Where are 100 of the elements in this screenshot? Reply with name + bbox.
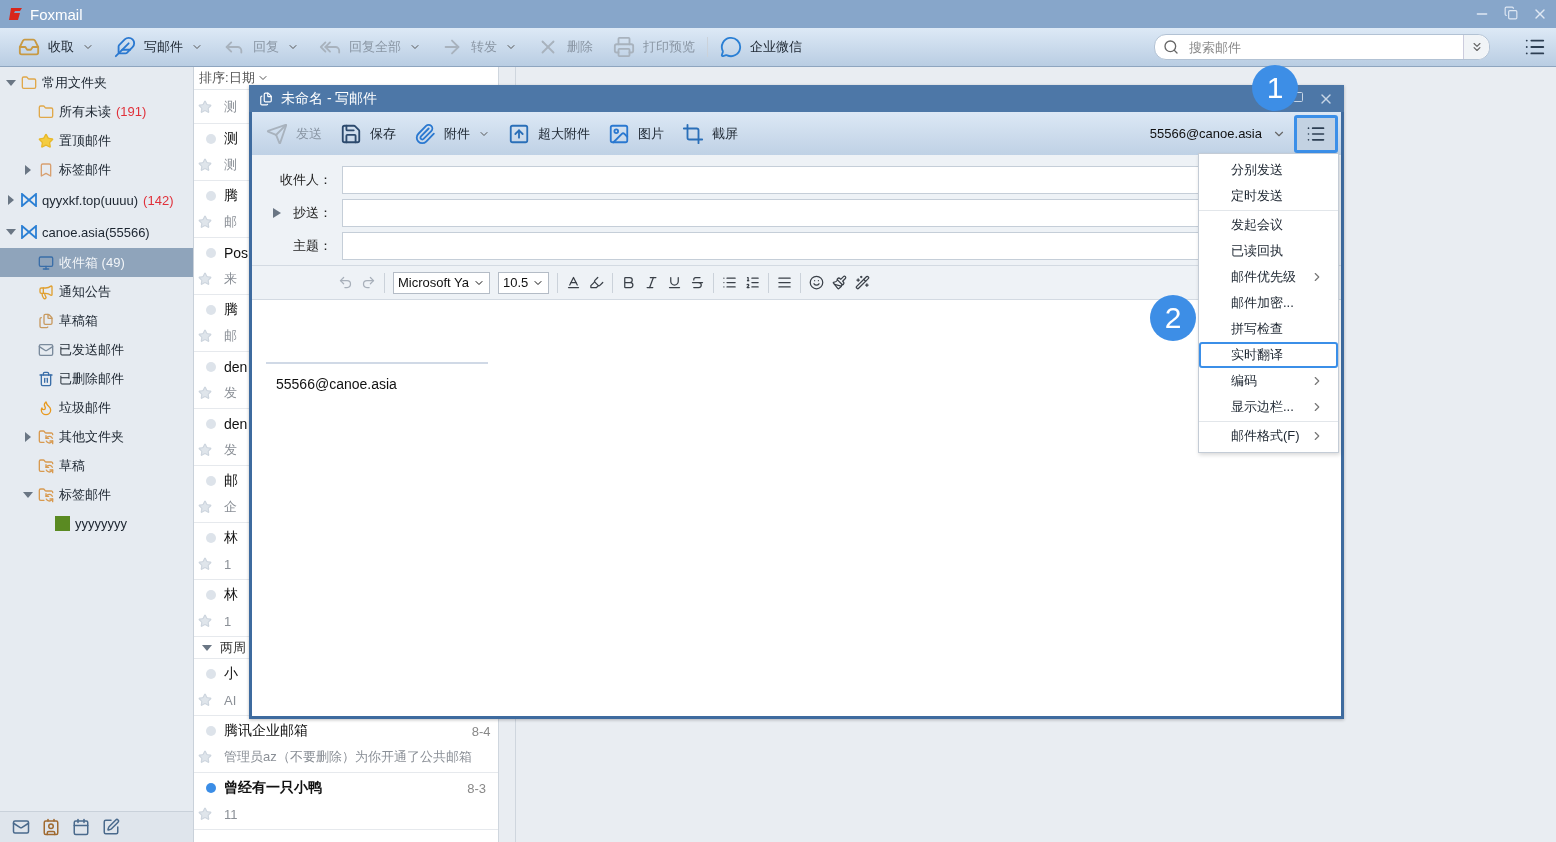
- menu-item[interactable]: 拼写检查: [1199, 316, 1338, 342]
- menu-item[interactable]: 发起会议: [1199, 212, 1338, 238]
- star-icon[interactable]: [198, 614, 212, 628]
- undo-icon[interactable]: [338, 275, 353, 290]
- attach-button[interactable]: 附件: [406, 118, 498, 149]
- star-icon[interactable]: [198, 807, 212, 821]
- folder-item[interactable]: yyyyyyyy: [0, 509, 193, 538]
- star-icon[interactable]: [198, 215, 212, 229]
- mail-icon[interactable]: [12, 818, 30, 836]
- bookmark-icon: [38, 161, 54, 178]
- folder-item[interactable]: qyyxkf.top(uuuu) (142): [0, 184, 193, 216]
- signature-text: 55566@canoe.asia: [275, 376, 397, 392]
- notes-icon[interactable]: [102, 818, 120, 836]
- folder-item[interactable]: 所有未读 (191): [0, 97, 193, 126]
- more-menu-button[interactable]: [1294, 114, 1338, 153]
- menu-item[interactable]: 编码: [1199, 368, 1338, 394]
- field-label: 主题：: [293, 237, 332, 255]
- message-sender: den: [224, 359, 248, 375]
- message-sender: 林: [224, 529, 238, 547]
- folder-label: qyyxkf.top(uuuu): [42, 192, 139, 208]
- search-field[interactable]: 搜索邮件: [1187, 38, 1455, 56]
- folder-item[interactable]: 草稿箱: [0, 306, 193, 335]
- star-icon[interactable]: [198, 500, 212, 514]
- star-icon[interactable]: [198, 557, 212, 571]
- folder-label: 已发送邮件: [59, 340, 124, 359]
- message-sender: 曾经有一只小鸭: [224, 779, 322, 797]
- folder-item[interactable]: 通知公告: [0, 277, 193, 306]
- brush-icon[interactable]: [832, 275, 848, 290]
- folder-item[interactable]: canoe.asia(55566): [0, 216, 193, 248]
- align-icon[interactable]: [777, 275, 793, 290]
- menu-item[interactable]: 邮件加密...: [1199, 290, 1338, 316]
- star-icon[interactable]: [198, 693, 212, 707]
- italic-icon[interactable]: [644, 275, 660, 290]
- menu-item[interactable]: 邮件优先级: [1199, 264, 1338, 290]
- star-icon[interactable]: [198, 272, 212, 286]
- big-attach-button[interactable]: 超大附件: [500, 118, 598, 149]
- emoji-icon[interactable]: [809, 275, 825, 290]
- message-preview: 邮: [224, 213, 237, 231]
- star-icon[interactable]: [198, 158, 212, 172]
- numbered-list-icon[interactable]: [745, 275, 761, 290]
- strikethrough-icon[interactable]: [690, 275, 706, 290]
- menu-item[interactable]: 定时发送: [1199, 183, 1338, 209]
- star-icon[interactable]: [198, 386, 212, 400]
- bullet-list-icon[interactable]: [722, 275, 738, 290]
- font-color-icon[interactable]: [566, 275, 582, 290]
- star-icon[interactable]: [198, 750, 212, 764]
- folder-label: 通知公告: [59, 282, 111, 301]
- folder-item[interactable]: 标签邮件: [0, 480, 193, 509]
- compose-button[interactable]: 写邮件: [106, 32, 211, 62]
- menu-item[interactable]: 邮件格式(F): [1199, 423, 1338, 449]
- search-options-button[interactable]: [1463, 35, 1489, 59]
- folder-item[interactable]: 其他文件夹: [0, 422, 193, 451]
- folder-item[interactable]: 垃圾邮件: [0, 393, 193, 422]
- folder-item[interactable]: 标签邮件: [0, 155, 193, 184]
- expand-arrow-icon[interactable]: [273, 208, 281, 218]
- folder-item[interactable]: 草稿: [0, 451, 193, 480]
- sync-folder-icon: [38, 457, 54, 474]
- font-select[interactable]: Microsoft Ya: [393, 271, 491, 294]
- image-button[interactable]: 图片: [600, 118, 672, 149]
- folder-item[interactable]: 置顶邮件: [0, 126, 193, 155]
- star-icon[interactable]: [198, 99, 212, 114]
- account-selector[interactable]: 55566@canoe.asia: [1143, 125, 1292, 142]
- folder-item[interactable]: 已删除邮件: [0, 364, 193, 393]
- message-preview: 邮: [224, 327, 237, 345]
- folder-icon: [38, 103, 54, 120]
- printer-icon: [613, 36, 635, 58]
- menu-item[interactable]: 已读回执: [1199, 238, 1338, 264]
- calendar-icon[interactable]: [72, 818, 90, 836]
- search-icon: [1163, 39, 1179, 55]
- contacts-icon[interactable]: [42, 818, 60, 836]
- search-bar[interactable]: 搜索邮件: [1154, 34, 1490, 60]
- restore-icon[interactable]: [1504, 6, 1518, 20]
- unread-count: (142): [143, 192, 174, 208]
- size-select[interactable]: 10.5: [498, 271, 550, 294]
- folder-label: 常用文件夹: [42, 73, 107, 92]
- magic-wand-icon[interactable]: [855, 275, 871, 290]
- star-icon[interactable]: [198, 329, 212, 343]
- star-icon[interactable]: [198, 443, 212, 457]
- folder-item[interactable]: 已发送邮件: [0, 335, 193, 364]
- upload-box-icon: [508, 122, 530, 145]
- menu-item[interactable]: 显示边栏...: [1199, 394, 1338, 420]
- menu-item[interactable]: 实时翻译: [1199, 342, 1338, 368]
- megaphone-icon: [38, 283, 54, 300]
- folder-label: 其他文件夹: [59, 427, 124, 446]
- screenshot-button[interactable]: 截屏: [674, 118, 746, 149]
- redo-icon[interactable]: [361, 275, 376, 290]
- sort-label[interactable]: 排序:日期: [199, 69, 255, 87]
- folder-item[interactable]: 常用文件夹: [0, 68, 193, 97]
- underline-icon[interactable]: [667, 275, 683, 290]
- message-preview: 测: [224, 156, 237, 174]
- menu-item[interactable]: 分别发送: [1199, 157, 1338, 183]
- save-button[interactable]: 保存: [332, 118, 404, 149]
- folder-icon: [21, 74, 37, 91]
- expand-arrow-icon[interactable]: [202, 642, 212, 653]
- wecom-button[interactable]: 企业微信: [712, 32, 810, 62]
- receive-button[interactable]: 收取: [10, 32, 102, 62]
- message-preview: 11: [224, 806, 238, 822]
- folder-label: canoe.asia(55566): [42, 224, 150, 240]
- folder-label: 置顶邮件: [59, 131, 111, 150]
- highlight-icon[interactable]: [589, 275, 605, 290]
